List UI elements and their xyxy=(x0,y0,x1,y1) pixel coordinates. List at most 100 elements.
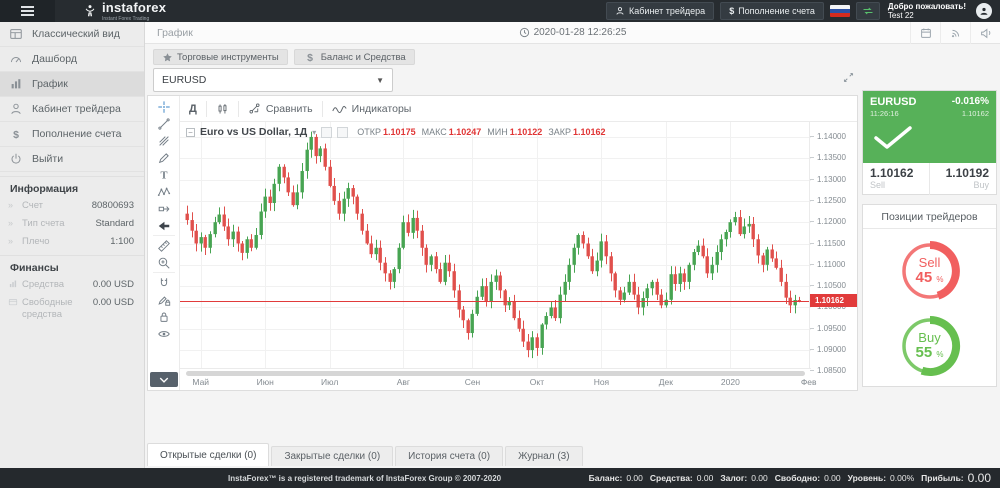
chart-legend: − Euro vs US Dollar, 1Д ▾ ОТКР1.10175МАК… xyxy=(186,126,606,138)
forecast-tool-icon[interactable] xyxy=(151,200,177,217)
lock-tool-icon[interactable] xyxy=(151,308,177,325)
brand-logo[interactable]: instaforex Instant Forex Trading xyxy=(83,0,166,22)
chevron-down-icon: ▼ xyxy=(376,76,384,85)
symbol-select[interactable]: EURUSD ▼ xyxy=(153,68,393,92)
sell-button[interactable]: 1.10162 Sell xyxy=(863,163,929,195)
card-icon xyxy=(8,297,22,309)
crosshair-tool-icon[interactable] xyxy=(151,98,177,115)
legend-collapse-icon[interactable]: − xyxy=(186,128,195,137)
price-tick-label: 1.13000 xyxy=(810,175,857,184)
bottom-tab[interactable]: Журнал (3) xyxy=(505,446,583,466)
magnet-tool-icon[interactable] xyxy=(151,274,177,291)
buy-button[interactable]: 1.10192 Buy xyxy=(929,163,996,195)
compare-icon xyxy=(248,102,261,115)
positions-title: Позиции трейдеров xyxy=(863,205,996,229)
dollar-icon: $ xyxy=(0,127,32,141)
compare-label: Сравнить xyxy=(266,103,313,115)
donut-label: Sell xyxy=(919,256,941,270)
buy-price: 1.10192 xyxy=(937,166,989,180)
clock-icon xyxy=(519,27,530,38)
time-tick-label: Июн xyxy=(257,377,274,387)
price-tick-label: 1.14000 xyxy=(810,132,857,141)
time-tick-label: 2020 xyxy=(721,377,740,387)
price-tick-label: 1.13500 xyxy=(810,153,857,162)
trend-line-tool-icon[interactable] xyxy=(151,115,177,132)
deposit-button[interactable]: $ Пополнение счета xyxy=(720,2,824,20)
user-icon xyxy=(615,6,625,16)
stat-label: Залог: xyxy=(720,473,747,483)
stat-value: 0.00 xyxy=(626,473,643,483)
price-tick-label: 1.12500 xyxy=(810,196,857,205)
sidebar-item-user[interactable]: Кабинет трейдера xyxy=(0,97,144,122)
stat-label: Свободно: xyxy=(775,473,820,483)
price-axis[interactable]: 1.140001.135001.130001.125001.120001.115… xyxy=(809,122,857,368)
chart-symbol-title[interactable]: Euro vs US Dollar, 1Д xyxy=(200,126,307,138)
page-header: График 2020-01-28 12:26:25 xyxy=(145,22,1000,44)
sidebar-item-label: Классический вид xyxy=(32,28,120,40)
user-avatar[interactable] xyxy=(976,3,992,19)
timeframe-button[interactable]: Д xyxy=(180,96,206,122)
candlestick-style-icon xyxy=(216,102,229,116)
chevron-right-icon: » xyxy=(8,236,22,246)
russian-flag-language-button[interactable] xyxy=(830,5,850,17)
legend-toggle-icon[interactable] xyxy=(321,127,332,138)
toolbar-collapse-button[interactable] xyxy=(150,372,178,387)
brand-name: instaforex xyxy=(102,0,166,15)
trademark-text: InstaForex™ is a registered trademark of… xyxy=(0,474,501,483)
price-tick-label: 1.10500 xyxy=(810,281,857,290)
top-bar: instaforex Instant Forex Trading Кабинет… xyxy=(0,0,1000,22)
sidebar-data-row: »Счет80800693 xyxy=(0,197,144,215)
gann-tool-icon[interactable] xyxy=(151,132,177,149)
sidebar-item-classic-view[interactable]: Классический вид xyxy=(0,22,144,47)
legend-toggle-icon[interactable] xyxy=(337,127,348,138)
eye-tool-icon[interactable] xyxy=(151,325,177,342)
candlestick-canvas[interactable] xyxy=(180,122,811,368)
fullscreen-expand-button[interactable] xyxy=(839,68,857,86)
svg-text:$: $ xyxy=(307,52,313,64)
bottom-tab[interactable]: История счета (0) xyxy=(395,446,503,466)
dashboard-icon xyxy=(0,52,32,66)
stat-value: 0.00% xyxy=(890,473,914,483)
chart-style-button[interactable] xyxy=(207,96,238,122)
bottom-tab[interactable]: Открытые сделки (0) xyxy=(147,443,269,466)
brush-tool-icon[interactable] xyxy=(151,149,177,166)
hamburger-menu-button[interactable] xyxy=(0,0,55,22)
quick-button-instruments[interactable]: Торговые инструменты xyxy=(153,49,288,65)
ruler-tool-icon[interactable] xyxy=(151,237,177,254)
ohlc-item: МАКС1.10247 xyxy=(422,127,482,138)
price-tick-label: 1.11500 xyxy=(810,239,857,248)
drawing-lock-tool-icon[interactable] xyxy=(151,291,177,308)
sidebar-item-power[interactable]: Выйти xyxy=(0,147,144,172)
deposit-label: Пополнение счета xyxy=(738,6,815,16)
quote-header: EURUSD 11:26:16 -0.016% 1.10162 xyxy=(863,91,996,163)
user-icon xyxy=(0,102,32,116)
sidebar-item-dashboard[interactable]: Дашборд xyxy=(0,47,144,72)
sidebar-item-chart-bars[interactable]: График xyxy=(0,72,144,97)
trader-positions-card: Позиции трейдеров Sell45 % Buy55 % xyxy=(862,204,997,387)
donut-label: Buy xyxy=(918,331,940,345)
sidebar-data-row: »Плечо1:100 xyxy=(0,233,144,251)
text-tool-tool-icon[interactable]: T xyxy=(151,166,177,183)
chevron-down-icon[interactable]: ▾ xyxy=(312,128,316,137)
quote-price: 1.10162 xyxy=(962,109,989,118)
compare-button[interactable]: Сравнить xyxy=(239,96,322,122)
exchange-button[interactable] xyxy=(856,2,880,20)
bottom-tab[interactable]: Закрытые сделки (0) xyxy=(271,446,393,466)
sidebar-item-label: График xyxy=(32,78,68,90)
time-axis[interactable]: МайИюнИюлАвгСенОктНояДек2020Фев xyxy=(180,368,811,392)
classic-view-icon xyxy=(0,27,32,41)
arrow-marker-tool-icon[interactable] xyxy=(151,217,177,234)
pattern-tool-icon[interactable] xyxy=(151,183,177,200)
quick-button-balance[interactable]: $Баланс и Средства xyxy=(294,49,415,65)
zoom-in-tool-icon[interactable] xyxy=(151,254,177,271)
sidebar-info-title: Информация xyxy=(0,176,144,197)
time-tick-label: Ноя xyxy=(594,377,609,387)
stat-label: Уровень: xyxy=(848,473,886,483)
trader-cabinet-button[interactable]: Кабинет трейдера xyxy=(606,2,714,20)
bottom-tabs: Открытые сделки (0)Закрытые сделки (0)Ис… xyxy=(147,443,585,466)
donut-percent: 45 % xyxy=(916,270,944,286)
indicators-button[interactable]: Индикаторы xyxy=(323,96,421,122)
quote-card: EURUSD 11:26:16 -0.016% 1.10162 1.10162 … xyxy=(862,90,997,195)
sidebar-item-dollar[interactable]: $Пополнение счета xyxy=(0,122,144,147)
power-icon xyxy=(0,152,32,166)
